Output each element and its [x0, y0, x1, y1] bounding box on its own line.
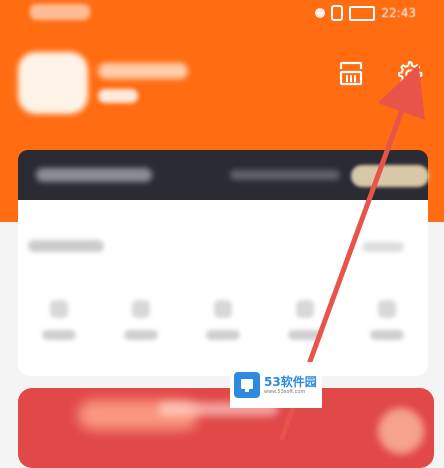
card-more-link[interactable] — [362, 242, 404, 252]
tool-label — [124, 330, 158, 340]
promo-badge — [378, 408, 424, 454]
user-name — [98, 63, 188, 79]
status-bar: 22:43 — [0, 0, 444, 30]
avatar[interactable] — [18, 52, 88, 114]
tool-label — [206, 330, 240, 340]
alarm-icon — [315, 8, 326, 18]
scan-icon — [339, 61, 363, 86]
status-carrier — [30, 4, 90, 20]
battery-icon — [349, 5, 376, 21]
tool-label — [288, 330, 322, 340]
membership-title — [36, 168, 152, 182]
settings-button[interactable] — [394, 58, 424, 88]
tool-label — [42, 330, 76, 340]
membership-banner[interactable] — [18, 150, 429, 200]
watermark-logo: 53软件园 www.53soft.com — [230, 362, 322, 408]
tool-item[interactable] — [191, 300, 255, 360]
status-time: 22:43 — [381, 6, 416, 20]
tool-icon — [50, 300, 68, 318]
status-indicators: 22:43 — [315, 5, 416, 21]
tool-item[interactable] — [109, 300, 173, 360]
tool-item[interactable] — [273, 300, 337, 360]
membership-open-button[interactable] — [351, 165, 429, 187]
user-level-badge — [98, 89, 138, 103]
tools-card — [18, 200, 428, 376]
tool-icon — [214, 300, 232, 318]
tool-item[interactable] — [355, 300, 419, 360]
site-logo-icon — [234, 372, 260, 398]
card-title — [28, 240, 104, 252]
watermark-subtitle: www.53soft.com — [264, 388, 306, 395]
tool-label — [370, 330, 404, 340]
watermark-title: 53软件园 — [264, 374, 317, 389]
user-profile[interactable] — [18, 52, 188, 114]
membership-desc — [230, 170, 340, 180]
scan-button[interactable] — [336, 58, 366, 88]
tool-icon — [296, 300, 314, 318]
gear-icon — [398, 61, 423, 87]
bluetooth-icon — [331, 5, 344, 21]
tool-item[interactable] — [27, 300, 91, 360]
tool-icon — [132, 300, 150, 318]
tool-icon — [378, 300, 396, 318]
promo-banner[interactable] — [18, 388, 434, 468]
